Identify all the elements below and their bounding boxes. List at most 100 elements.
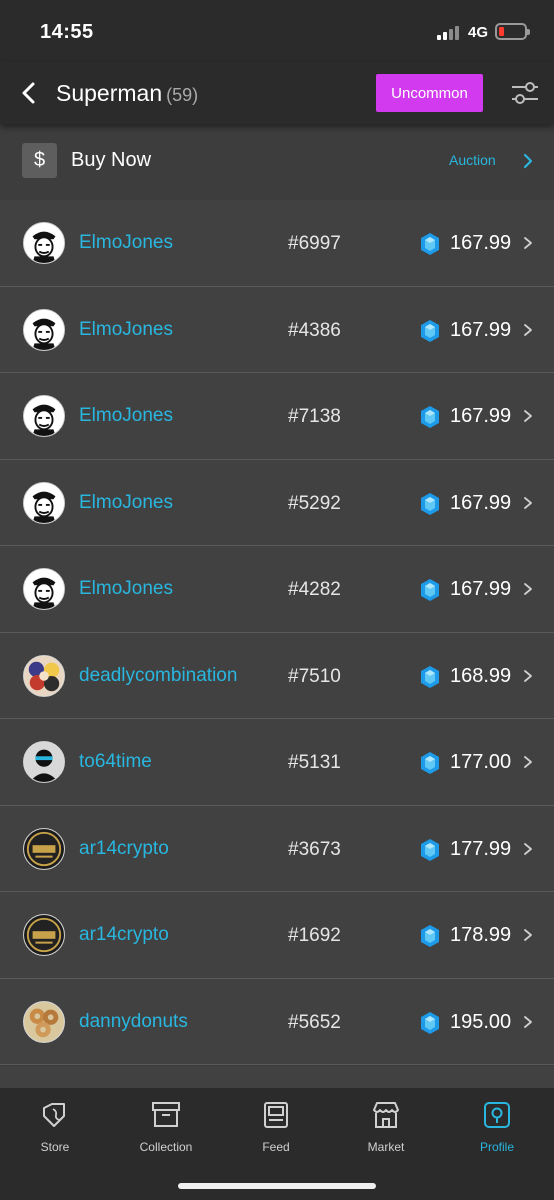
feed-icon xyxy=(264,1102,288,1128)
list-item[interactable]: dannydonuts #5652 195.00 xyxy=(0,978,554,1065)
serial-number: #3673 xyxy=(288,838,341,860)
serial-number: #1692 xyxy=(288,925,341,946)
gem-icon xyxy=(418,319,442,343)
storefront-icon xyxy=(373,1102,399,1128)
tab-label: Collection xyxy=(139,1140,193,1154)
price: 168.99 xyxy=(450,664,512,687)
gem-icon xyxy=(418,665,442,689)
list-item[interactable]: ar14crypto #1692 178.99 xyxy=(0,892,554,979)
seller-username[interactable]: ar14crypto xyxy=(79,838,169,860)
list-item[interactable]: ElmoJones #7138 167.99 xyxy=(0,373,554,460)
list-item[interactable]: ElmoJones #6997 167.99 xyxy=(0,200,554,287)
list-item[interactable]: ElmoJones #5292 167.99 xyxy=(0,459,554,546)
page-title: Superman (59) xyxy=(56,80,198,107)
gem-icon xyxy=(418,1011,442,1035)
serial-number: #5652 xyxy=(288,1011,341,1033)
box-icon xyxy=(152,1102,180,1127)
tab-label: Profile xyxy=(479,1140,514,1154)
buy-now-bar: $ Buy Now Auction xyxy=(0,124,554,200)
serial-number: #4282 xyxy=(288,579,341,600)
chevron-right-icon xyxy=(523,755,533,769)
chevron-right-icon xyxy=(523,669,533,683)
seller-username[interactable]: ElmoJones xyxy=(79,578,173,600)
serial-number: #7510 xyxy=(288,665,341,687)
list-item[interactable]: deadlycombination #7510 168.99 xyxy=(0,632,554,719)
chevron-right-icon xyxy=(523,236,533,250)
avatar xyxy=(23,481,65,524)
avatar xyxy=(23,308,65,351)
list-item-partial xyxy=(0,1066,554,1088)
rarity-button[interactable]: Uncommon xyxy=(376,74,483,112)
chevron-right-icon xyxy=(523,496,533,510)
gem-icon xyxy=(418,924,442,948)
tab-label: Market xyxy=(367,1140,405,1154)
avatar xyxy=(23,827,65,870)
serial-number: #4386 xyxy=(288,319,341,341)
gem-icon xyxy=(418,492,442,516)
list-item[interactable]: to64time #5131 177.00 xyxy=(0,719,554,806)
price: 167.99 xyxy=(450,405,512,427)
serial-number: #6997 xyxy=(288,233,341,254)
tab-feed[interactable]: Feed xyxy=(221,1100,331,1160)
auction-link[interactable]: Auction xyxy=(449,152,496,168)
price: 167.99 xyxy=(450,578,512,600)
buy-now-label: Buy Now xyxy=(71,149,152,171)
tab-collection[interactable]: Collection xyxy=(111,1100,221,1160)
chevron-right-icon xyxy=(523,582,533,596)
seller-username[interactable]: ElmoJones xyxy=(79,232,173,254)
tab-label: Feed xyxy=(262,1140,290,1154)
avatar xyxy=(23,222,65,264)
tab-market[interactable]: Market xyxy=(331,1100,441,1160)
gem-icon xyxy=(418,751,442,775)
battery-icon xyxy=(495,23,530,40)
filter-icon[interactable] xyxy=(510,79,540,107)
title-count: (59) xyxy=(166,85,199,105)
signal-icon xyxy=(437,26,463,40)
seller-username[interactable]: ar14crypto xyxy=(79,924,169,946)
network-type: 4G xyxy=(468,24,489,41)
chevron-right-icon xyxy=(523,842,533,856)
gem-icon xyxy=(418,578,442,602)
avatar xyxy=(23,395,65,437)
price: 177.99 xyxy=(450,837,512,860)
serial-number: #5292 xyxy=(288,492,341,514)
tag-icon xyxy=(43,1103,65,1127)
profile-icon xyxy=(484,1102,510,1128)
back-icon[interactable] xyxy=(18,80,42,106)
avatar xyxy=(23,568,65,610)
status-time: 14:55 xyxy=(40,21,94,43)
avatar xyxy=(23,654,65,697)
home-indicator xyxy=(178,1183,376,1189)
listing-list: ElmoJones #6997 167.99 ElmoJones #4386 167.99… xyxy=(0,200,554,1065)
price: 167.99 xyxy=(450,232,512,254)
gem-icon xyxy=(418,232,442,256)
price: 167.99 xyxy=(450,491,512,514)
seller-username[interactable]: to64time xyxy=(79,751,152,773)
header: Superman (59) Uncommon xyxy=(0,62,554,124)
list-item[interactable]: ElmoJones #4282 167.99 xyxy=(0,546,554,633)
tab-label: Store xyxy=(40,1140,70,1154)
avatar xyxy=(23,1000,65,1043)
gem-icon xyxy=(418,838,442,862)
seller-username[interactable]: ElmoJones xyxy=(79,405,173,427)
price: 178.99 xyxy=(450,924,512,946)
list-item[interactable]: ar14crypto #3673 177.99 xyxy=(0,805,554,892)
chevron-right-icon xyxy=(523,409,533,423)
seller-username[interactable]: ElmoJones xyxy=(79,492,173,514)
chevron-right-icon xyxy=(523,1015,533,1029)
price: 195.00 xyxy=(450,1010,512,1033)
price: 167.99 xyxy=(450,318,512,341)
title-text: Superman xyxy=(56,80,163,106)
chevron-right-icon[interactable] xyxy=(522,153,534,169)
tab-profile[interactable]: Profile xyxy=(442,1100,552,1160)
tab-store[interactable]: Store xyxy=(0,1100,110,1160)
dollar-icon: $ xyxy=(22,143,57,178)
list-item[interactable]: ElmoJones #4386 167.99 xyxy=(0,286,554,373)
seller-username[interactable]: ElmoJones xyxy=(79,319,173,341)
seller-username[interactable]: dannydonuts xyxy=(79,1011,188,1033)
serial-number: #5131 xyxy=(288,752,341,773)
chevron-right-icon xyxy=(523,928,533,942)
gem-icon xyxy=(418,405,442,429)
seller-username[interactable]: deadlycombination xyxy=(79,665,237,687)
serial-number: #7138 xyxy=(288,406,341,427)
